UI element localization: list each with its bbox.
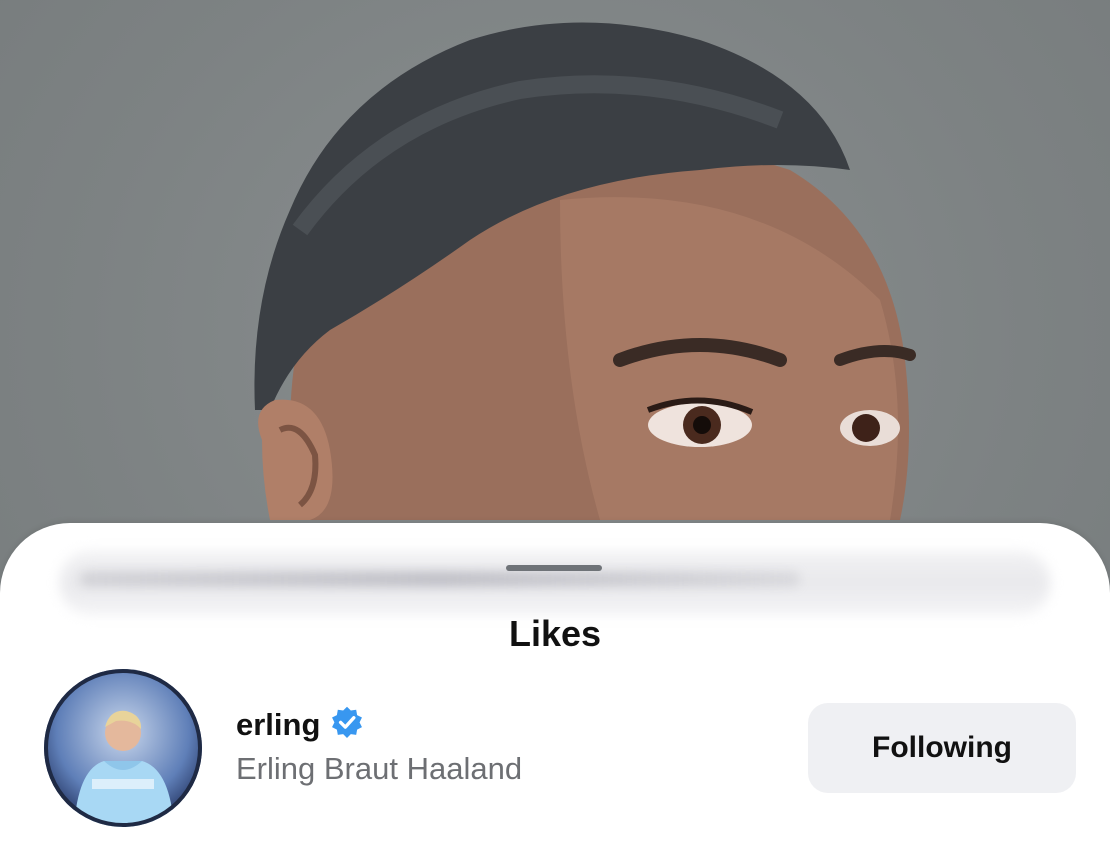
following-button[interactable]: Following — [808, 703, 1076, 793]
username[interactable]: erling — [236, 707, 320, 743]
full-name: Erling Braut Haaland — [236, 751, 523, 786]
avatar[interactable] — [44, 669, 202, 827]
likes-sheet: Likes erling Erling Braut Haaland Follow… — [0, 523, 1110, 863]
sheet-grabber-handle[interactable] — [506, 565, 602, 571]
list-item-user[interactable]: erling Erling Braut Haaland Following — [0, 669, 1110, 829]
sheet-title: Likes — [508, 613, 602, 654]
username-line: erling — [236, 705, 364, 744]
blurred-caption-text — [80, 571, 800, 587]
verified-badge-icon — [330, 705, 364, 744]
